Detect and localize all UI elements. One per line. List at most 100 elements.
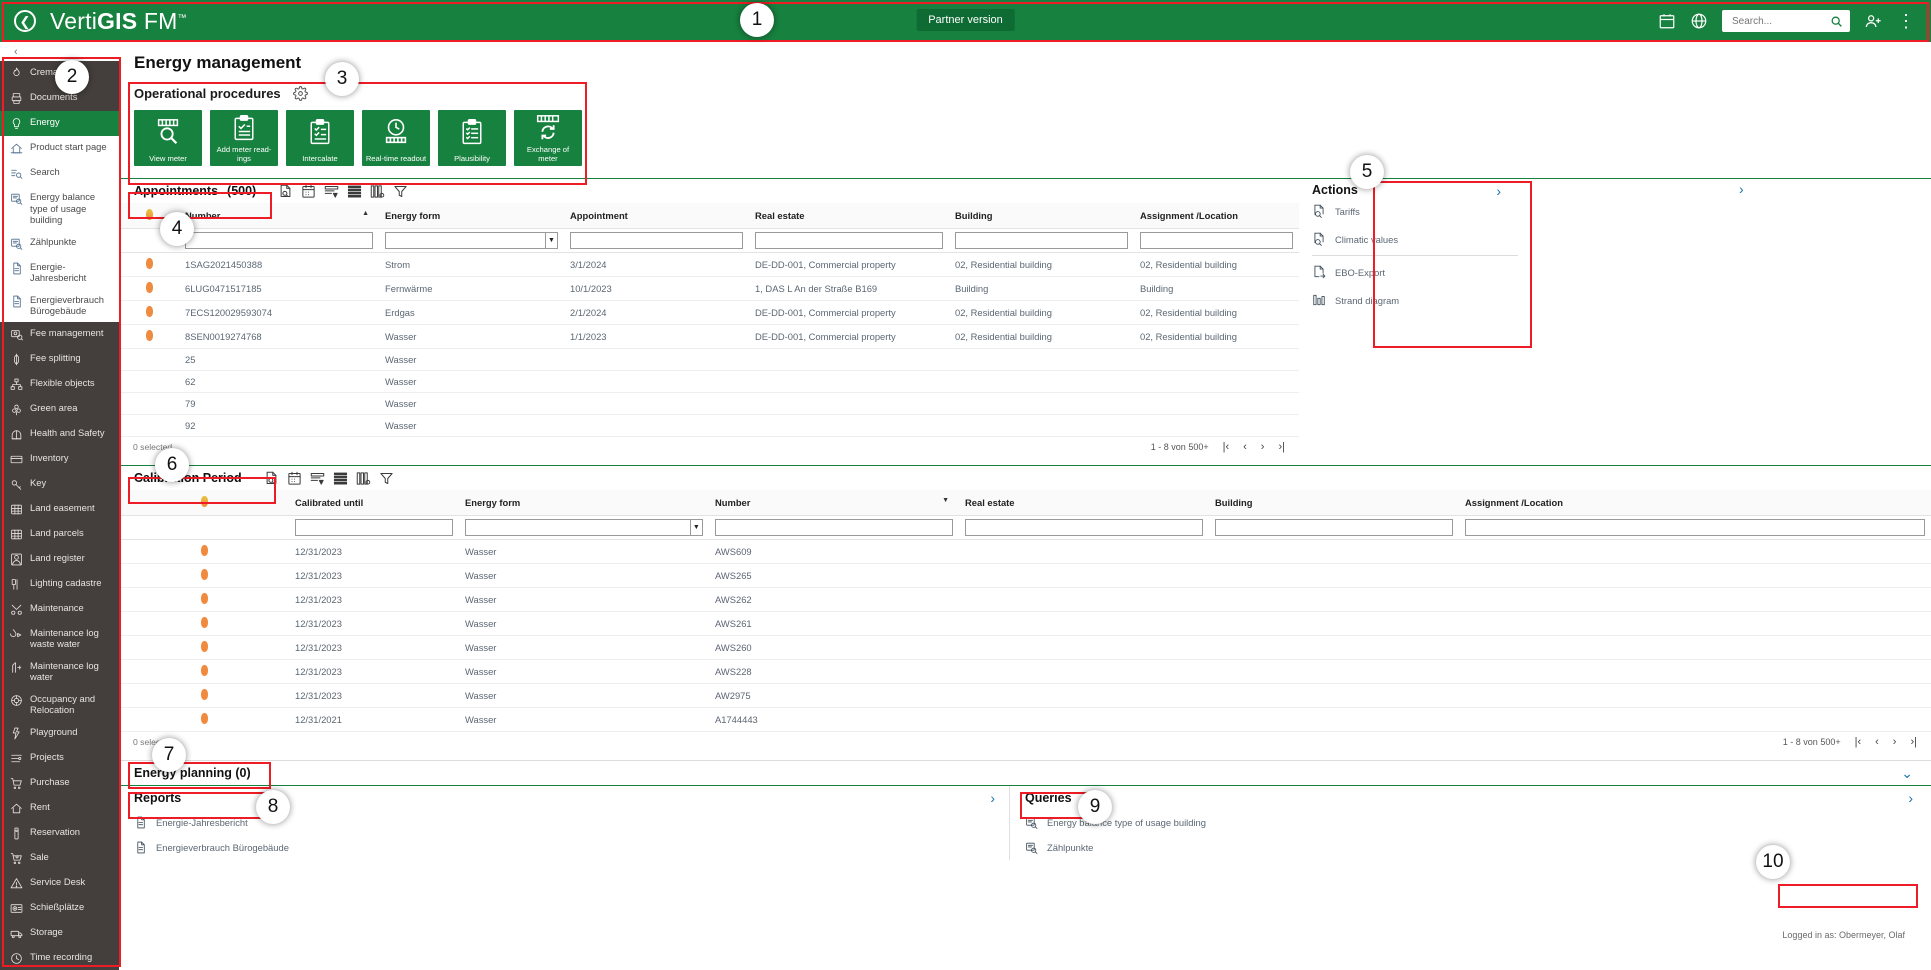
sidebar-item-inventory[interactable]: Inventory [0, 447, 119, 472]
action-ebo-export[interactable]: EBO-Export [1304, 258, 1524, 286]
gear-icon[interactable] [292, 86, 308, 101]
table-row[interactable]: 12/31/2021 Wasser A1744443 [119, 707, 1931, 732]
sidebar-item-playground[interactable]: Playground [0, 721, 119, 746]
queries-expand-icon[interactable]: › [1908, 790, 1913, 806]
calibration-col-header[interactable]: Calibrated until [289, 490, 459, 516]
calendar-icon[interactable] [287, 471, 302, 486]
calendar-icon[interactable] [1658, 12, 1676, 30]
actions-expand-icon[interactable]: › [1739, 181, 1744, 197]
funnel-icon[interactable] [379, 471, 394, 486]
sidebar-item-energy-balance-type-of-usage-building[interactable]: Energy balance type of usage building [0, 186, 119, 231]
appointments-col-header[interactable]: Real estate [749, 203, 949, 229]
sidebar-item-service-desk[interactable]: Service Desk [0, 871, 119, 896]
chevron-down-icon[interactable]: ▼ [545, 232, 558, 249]
sidebar-item-land-easement[interactable]: Land easement [0, 497, 119, 522]
first-page-icon[interactable]: |‹ [1855, 736, 1862, 748]
sidebar-item-energie-jahresbericht[interactable]: Energie-Jahresbericht [0, 255, 119, 289]
user-add-icon[interactable] [1864, 12, 1883, 31]
table-row[interactable]: 92 Wasser [119, 414, 1299, 437]
chevron-down-icon[interactable]: ▼ [690, 519, 703, 536]
export-filter-icon[interactable] [324, 184, 339, 199]
chevron-down-icon[interactable]: ⌄ [1901, 765, 1913, 782]
sidebar-item-time-recording[interactable]: Time recording [0, 946, 119, 970]
appointments-filter-4[interactable] [955, 232, 1128, 249]
calibration-filter-4[interactable] [1215, 519, 1453, 536]
calibration-filter-1[interactable] [465, 519, 691, 536]
sidebar-item-health-and-safety[interactable]: Health and Safety [0, 422, 119, 447]
next-page-icon[interactable]: › [1261, 441, 1265, 453]
report-link[interactable]: Energieverbrauch Bürogebäude [119, 835, 1009, 860]
appointments-filter-3[interactable] [755, 232, 943, 249]
next-page-icon[interactable]: › [1893, 736, 1897, 748]
calibration-filter-2[interactable] [715, 519, 953, 536]
last-page-icon[interactable]: ›| [1278, 441, 1285, 453]
sidebar-item-crematorium[interactable]: Crematorium [0, 61, 119, 86]
sidebar-item-lighting-cadastre[interactable]: Lighting cadastre [0, 572, 119, 597]
table-row[interactable]: 79 Wasser [119, 392, 1299, 415]
sidebar-item-search[interactable]: Search [0, 161, 119, 186]
rows-icon[interactable] [333, 471, 348, 486]
table-row[interactable]: 6LUG0471517185 Fernwärme 10/1/2023 1, DA… [119, 276, 1299, 301]
back-button[interactable]: ❮ [14, 10, 36, 32]
sidebar-item-projects[interactable]: Projects [0, 746, 119, 771]
action-climatic-values[interactable]: Climatic values [1304, 225, 1524, 253]
table-row[interactable]: 8SEN0019274768 Wasser 1/1/2023 DE-DD-001… [119, 324, 1299, 349]
table-row[interactable]: 12/31/2023 Wasser AW2975 [119, 683, 1931, 708]
calibration-filter-3[interactable] [965, 519, 1203, 536]
sidebar-item-maintenance[interactable]: Maintenance [0, 597, 119, 622]
table-row[interactable]: 25 Wasser [119, 348, 1299, 371]
sidebar-item-documents[interactable]: Documents [0, 86, 119, 111]
action-tariffs[interactable]: Tariffs [1304, 197, 1524, 225]
op-tile-plausibility[interactable]: Plausibility [438, 110, 506, 166]
appointments-col-header[interactable]: Number ▲ [179, 203, 379, 229]
calendar-icon[interactable] [301, 184, 316, 199]
sidebar-item-rent[interactable]: Rent [0, 796, 119, 821]
sidebar-item-energieverbrauch-b-rogeb-ude[interactable]: Energieverbrauch Bürogebäude [0, 288, 119, 322]
sidebar-item-maintenance-log-water[interactable]: Maintenance log water [0, 655, 119, 688]
sidebar-item-flexible-objects[interactable]: Flexible objects [0, 372, 119, 397]
action-strand-diagram[interactable]: Strand diagram [1304, 286, 1524, 314]
calibration-col-header[interactable]: Building [1209, 490, 1459, 516]
funnel-icon[interactable] [393, 184, 408, 199]
more-vertical-icon[interactable]: ⋮ [1897, 12, 1915, 30]
appointments-col-header[interactable]: Energy form [379, 203, 564, 229]
appointments-filter-1[interactable] [385, 232, 546, 249]
report-link[interactable]: Energie-Jahresbericht [119, 810, 1009, 835]
prev-page-icon[interactable]: ‹ [1875, 736, 1879, 748]
sidebar-item-sale[interactable]: Sale [0, 846, 119, 871]
table-row[interactable]: 7ECS120029593074 Erdgas 2/1/2024 DE-DD-0… [119, 300, 1299, 325]
columns-icon[interactable] [370, 184, 385, 199]
sidebar-item-fee-management[interactable]: Fee management [0, 322, 119, 347]
preview-icon[interactable] [278, 184, 293, 199]
table-row[interactable]: 12/31/2023 Wasser AWS260 [119, 635, 1931, 660]
sidebar-collapse-button[interactable]: ‹ [0, 42, 119, 61]
preview-icon[interactable] [264, 471, 279, 486]
appointments-col-header[interactable]: Assignment /Location [1134, 203, 1299, 229]
table-row[interactable]: 12/31/2023 Wasser AWS609 [119, 539, 1931, 564]
sidebar-item-key[interactable]: Key [0, 472, 119, 497]
appointments-filter-2[interactable] [570, 232, 743, 249]
rows-icon[interactable] [347, 184, 362, 199]
sidebar-item-fee-splitting[interactable]: Fee splitting [0, 347, 119, 372]
op-tile-exchange-of-meter[interactable]: Exchange of meter [514, 110, 582, 166]
first-page-icon[interactable]: |‹ [1223, 441, 1230, 453]
op-tile-add-meter-read-ings[interactable]: Add meter read-ings [210, 110, 278, 166]
sidebar-item-land-parcels[interactable]: Land parcels [0, 522, 119, 547]
calibration-col-header[interactable]: Real estate [959, 490, 1209, 516]
table-row[interactable]: 62 Wasser [119, 370, 1299, 393]
appointments-filter-5[interactable] [1140, 232, 1293, 249]
table-row[interactable]: 1SAG2021450388 Strom 3/1/2024 DE-DD-001,… [119, 252, 1299, 277]
prev-page-icon[interactable]: ‹ [1243, 441, 1247, 453]
appointments-col-header[interactable]: Appointment [564, 203, 749, 229]
calibration-col-header[interactable]: Assignment /Location [1459, 490, 1931, 516]
sidebar-item-reservation[interactable]: Reservation [0, 821, 119, 846]
sidebar-item-land-register[interactable]: Land register [0, 547, 119, 572]
calibration-filter-5[interactable] [1465, 519, 1925, 536]
calibration-filter-0[interactable] [295, 519, 453, 536]
calibration-col-header[interactable]: Number ▼ [709, 490, 959, 516]
table-row[interactable]: 12/31/2023 Wasser AWS228 [119, 659, 1931, 684]
global-search[interactable] [1722, 10, 1850, 32]
sidebar-item-energy[interactable]: Energy [0, 111, 119, 136]
sidebar-item-product-start-page[interactable]: Product start page [0, 136, 119, 161]
reports-expand-icon[interactable]: › [990, 790, 995, 806]
